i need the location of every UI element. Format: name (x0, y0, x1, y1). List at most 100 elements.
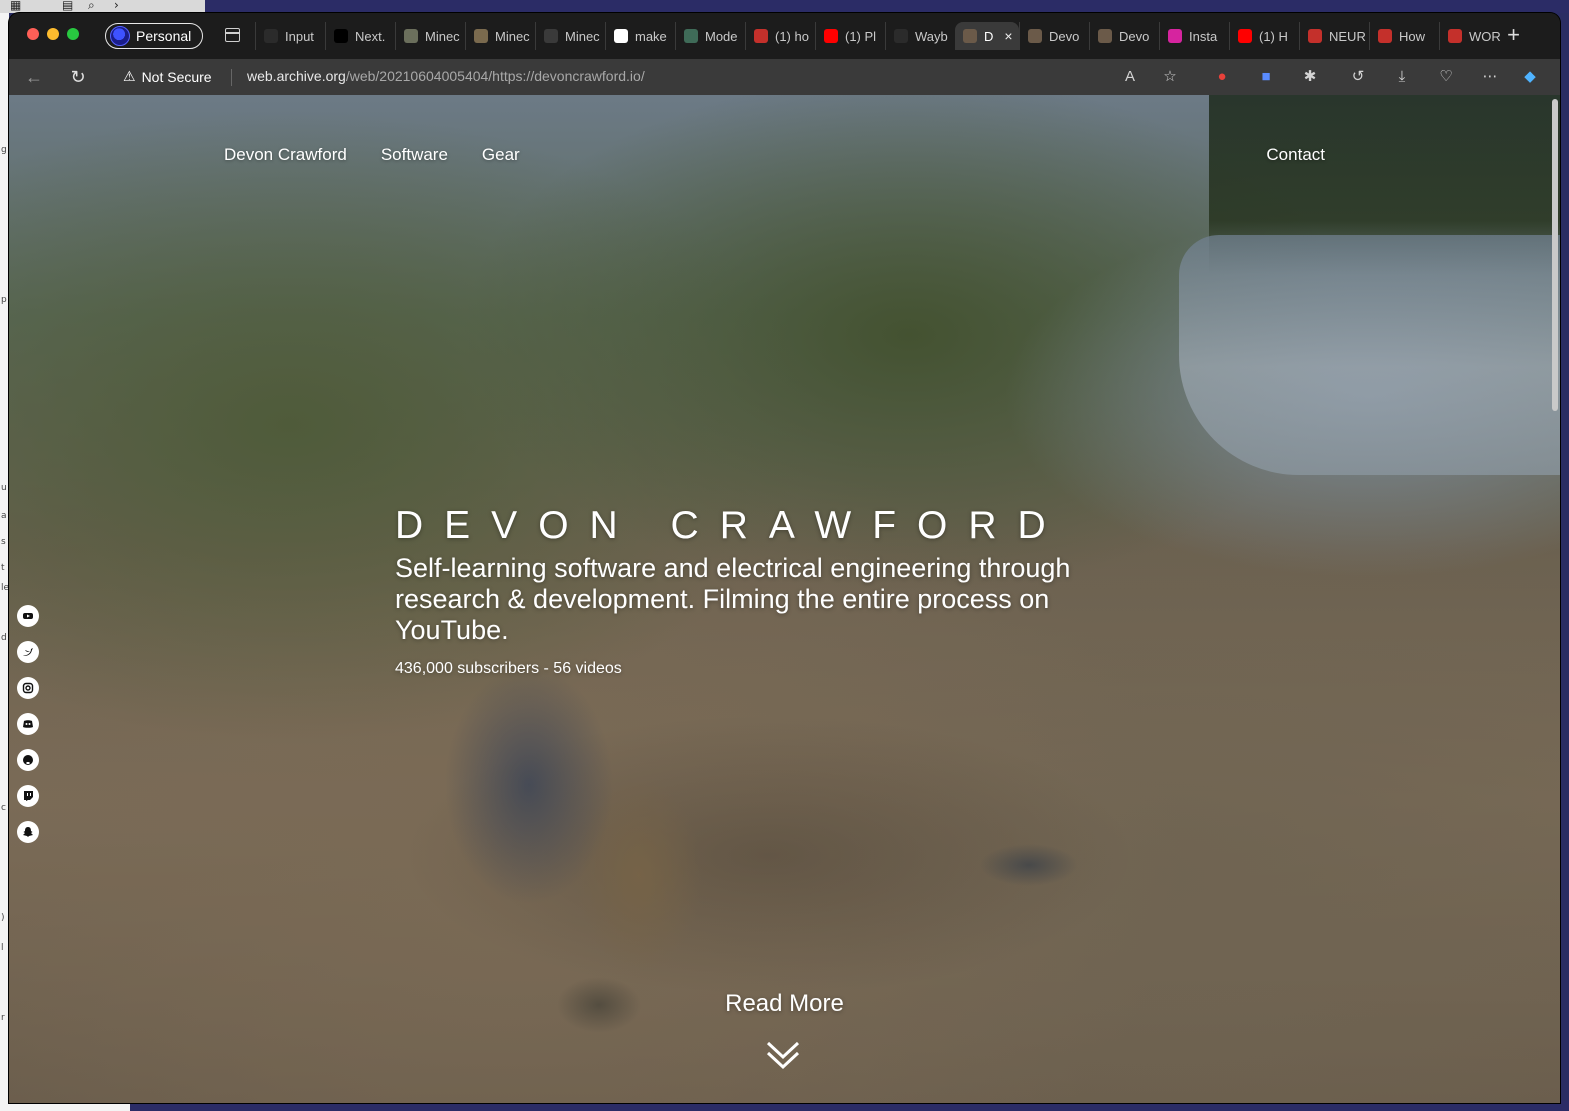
tab-17[interactable]: How (1369, 22, 1439, 50)
download-icon[interactable]: ⤓ (1392, 67, 1412, 87)
minecraft-icon (474, 29, 488, 43)
model-icon (684, 29, 698, 43)
github-icon[interactable] (17, 749, 39, 771)
profile-button[interactable]: Personal (105, 23, 203, 49)
devon-avatar-icon (1098, 29, 1112, 43)
site-nav: Devon Crawford Software Gear (224, 145, 520, 165)
tab-label: Wayb (915, 28, 948, 44)
tab-label: Mode (705, 28, 738, 44)
discord-icon[interactable] (17, 713, 39, 735)
tab-18[interactable]: WOR (1439, 22, 1509, 50)
youtube-icon (1308, 29, 1322, 43)
twitch-icon[interactable] (17, 785, 39, 807)
nav-gear-link[interactable]: Gear (482, 145, 520, 165)
address-separator (231, 69, 232, 86)
tab-8[interactable]: (1) ho (745, 22, 815, 50)
tab-14[interactable]: Insta (1159, 22, 1229, 50)
drone-figure (939, 815, 1119, 905)
hero-section: DEVON CRAWFORD Self-learning software an… (395, 505, 1195, 678)
document-icon (544, 29, 558, 43)
instagram-icon (1168, 29, 1182, 43)
youtube-icon (1378, 29, 1392, 43)
youtube-icon[interactable] (17, 605, 39, 627)
tab-13[interactable]: Devo (1089, 22, 1159, 50)
hero-title: DEVON CRAWFORD (395, 504, 1067, 547)
google-icon (614, 29, 628, 43)
tab-4[interactable]: Minec (465, 22, 535, 50)
tab-15[interactable]: (1) H (1229, 22, 1299, 50)
back-arrow-icon[interactable]: ← (23, 66, 45, 88)
lake-background (1179, 235, 1560, 475)
more-menu-icon[interactable]: ⋯ (1480, 67, 1500, 87)
tab-16[interactable]: NEUR (1299, 22, 1369, 50)
profile-avatar-icon (110, 26, 130, 46)
wayback-icon (894, 29, 908, 43)
history-icon[interactable]: ↺ (1348, 67, 1368, 87)
tab-12[interactable]: Devo (1019, 22, 1089, 50)
minimize-window-button[interactable] (47, 28, 59, 40)
tab-6[interactable]: make (605, 22, 675, 50)
search-icon: ⌕ (88, 0, 95, 12)
tab-label: Devo (1049, 28, 1080, 44)
snapchat-icon[interactable] (17, 821, 39, 843)
minecraft-icon (404, 29, 418, 43)
youtube-icon (754, 29, 768, 43)
performance-icon[interactable]: ♡ (1436, 67, 1456, 87)
tab-label: (1) H (1259, 28, 1288, 44)
tab-2[interactable]: Next. (325, 22, 395, 50)
reload-icon[interactable]: ↻ (67, 66, 89, 88)
chevron-down-icon[interactable] (765, 1037, 801, 1073)
read-more-link[interactable]: Read More (9, 990, 1560, 1018)
close-tab-icon[interactable]: × (1004, 28, 1012, 44)
page-scrollbar[interactable] (1552, 99, 1558, 411)
tab-1[interactable]: Input (255, 22, 325, 50)
terminal-icon: › (114, 0, 119, 12)
nav-home-link[interactable]: Devon Crawford (224, 145, 347, 165)
folder-icon: ▤ (62, 0, 74, 12)
tab-label: WOR (1469, 28, 1501, 44)
tab-label: (1) Pl (845, 28, 877, 44)
adblock-extension-icon[interactable]: ● (1212, 67, 1232, 87)
address-bar[interactable]: web.archive.org/web/20210604005404/https… (247, 68, 645, 84)
close-window-button[interactable] (27, 28, 39, 40)
copilot-icon[interactable]: ◆ (1520, 67, 1540, 87)
tab-11[interactable]: D × (955, 22, 1019, 50)
desktop-menubar: ▦ ▤ ⌕ › (0, 0, 1569, 13)
maximize-window-button[interactable] (67, 28, 79, 40)
tab-bar: Personal Input Next. Minec Minec Minec make Mo… (9, 13, 1560, 59)
security-indicator[interactable]: ⚠ Not Secure (123, 68, 212, 85)
nav-contact-link[interactable]: Contact (1266, 145, 1325, 165)
address-toolbar: ← ↻ ⚠ Not Secure web.archive.org/web/202… (9, 59, 1560, 95)
profile-label: Personal (136, 28, 192, 44)
tab-5[interactable]: Minec (535, 22, 605, 50)
tab-label: Minec (565, 28, 600, 44)
tab-3[interactable]: Minec (395, 22, 465, 50)
tab-10[interactable]: Wayb (885, 22, 955, 50)
extensions-puzzle-icon[interactable]: ✱ (1300, 67, 1320, 87)
hero-tagline: Self-learning software and electrical en… (395, 553, 1071, 645)
new-tab-icon[interactable]: + (1507, 24, 1520, 46)
youtube-icon (824, 29, 838, 43)
nav-software-link[interactable]: Software (381, 145, 448, 165)
read-aloud-icon[interactable]: A (1120, 67, 1140, 87)
grid-icon: ▦ (10, 0, 22, 12)
browser-window: Personal Input Next. Minec Minec Minec make Mo… (9, 13, 1560, 1103)
tab-9[interactable]: (1) Pl (815, 22, 885, 50)
tab-label: make (635, 28, 667, 44)
tab-7[interactable]: Mode (675, 22, 745, 50)
ui-icon (264, 29, 278, 43)
security-label: Not Secure (141, 68, 212, 85)
tab-label: (1) ho (775, 28, 809, 44)
tab-label: Insta (1189, 28, 1218, 44)
tab-actions-icon[interactable] (225, 28, 240, 42)
favorite-star-icon[interactable]: ☆ (1160, 67, 1180, 87)
password-extension-icon[interactable]: ■ (1256, 67, 1276, 87)
web-page: Devon Crawford Software Gear Contact DEV… (9, 95, 1560, 1103)
instagram-icon[interactable] (17, 677, 39, 699)
toolbar-icons: A ☆ ● ■ ✱ ↺ ⤓ ♡ ⋯ ◆ (1120, 59, 1560, 95)
tab-label: NEUR (1329, 28, 1366, 44)
tab-label: Devo (1119, 28, 1150, 44)
twitter-icon[interactable] (17, 641, 39, 663)
tab-strip: Input Next. Minec Minec Minec make Mode (1) ho (… (255, 22, 1509, 50)
social-links (17, 605, 39, 843)
